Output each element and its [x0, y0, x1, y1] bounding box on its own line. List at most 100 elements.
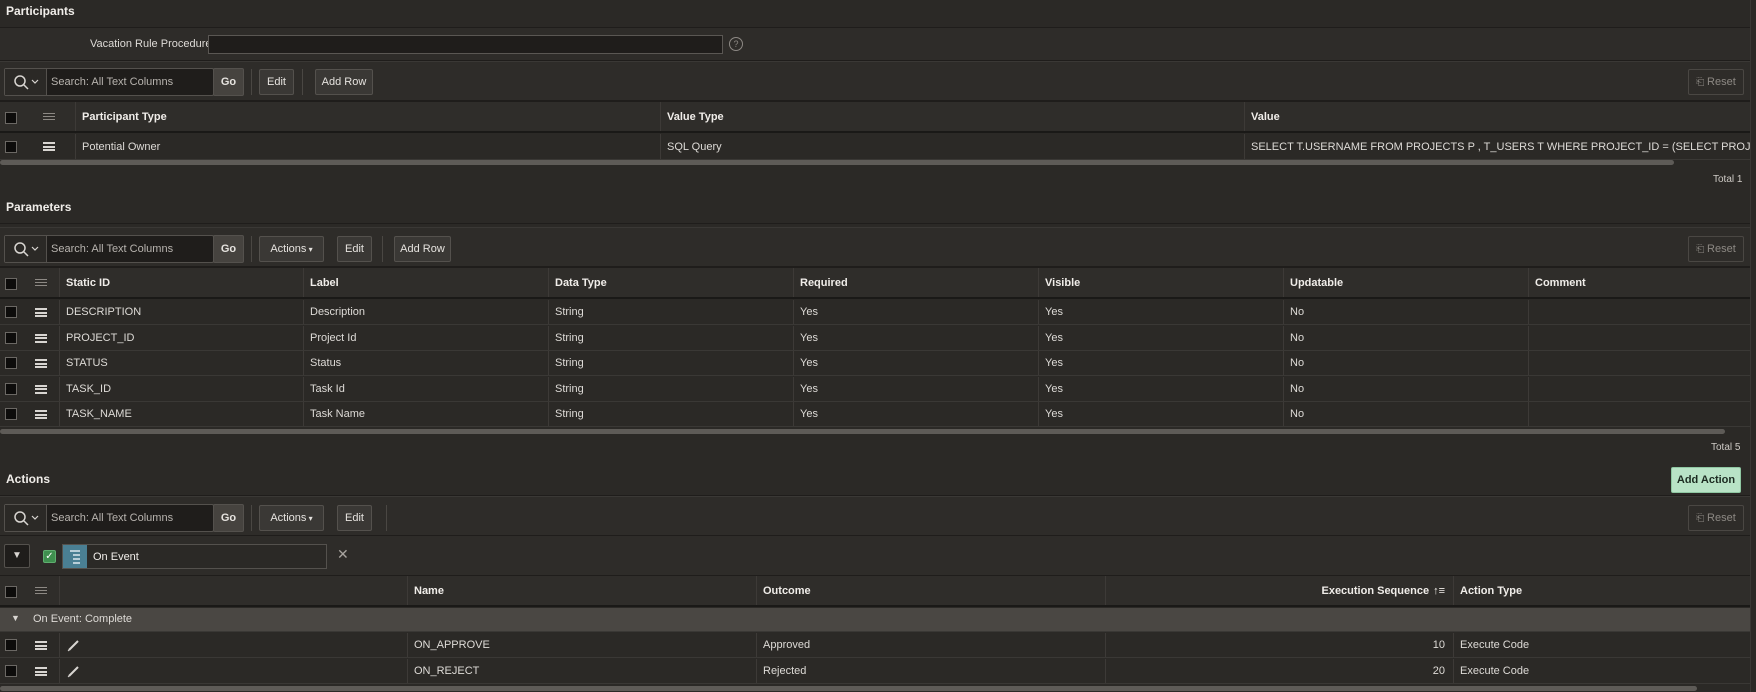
label-cell: Task Name: [303, 402, 548, 426]
col-participant-type[interactable]: Participant Type: [75, 102, 660, 131]
pencil-icon[interactable]: [66, 637, 82, 653]
control-break-group-row[interactable]: ▼ On Event: Complete: [0, 608, 1750, 632]
actions-search-input[interactable]: [51, 509, 211, 527]
add-action-button[interactable]: Add Action: [1671, 467, 1741, 493]
filter-label: On Event: [93, 551, 139, 563]
col-action-type[interactable]: Action Type: [1453, 576, 1750, 605]
toolbar-separator: [251, 69, 252, 95]
row-checkbox[interactable]: [5, 331, 17, 344]
row-checkbox[interactable]: [5, 665, 17, 677]
col-comment[interactable]: Comment: [1528, 268, 1750, 297]
toolbar-separator: [251, 505, 252, 531]
search-column-selector[interactable]: [5, 236, 47, 262]
actions-edit-button[interactable]: Edit: [337, 505, 372, 531]
select-all-checkbox[interactable]: [5, 112, 17, 124]
close-icon[interactable]: ✕: [337, 546, 349, 563]
actions-actions-button[interactable]: Actions ▾: [259, 505, 324, 531]
search-column-selector[interactable]: [5, 505, 47, 531]
row-checkbox[interactable]: [5, 382, 17, 395]
select-all-checkbox[interactable]: [5, 278, 17, 290]
control-break-filter[interactable]: On Event: [62, 544, 327, 569]
col-execution-sequence[interactable]: Execution Sequence ↑≡: [1105, 576, 1453, 605]
col-label[interactable]: Label: [303, 268, 548, 297]
collapse-control-break-toggle[interactable]: ▼: [4, 544, 30, 568]
participants-reset-button[interactable]: ⎗ Reset: [1688, 69, 1744, 95]
col-value[interactable]: Value: [1244, 102, 1750, 131]
row-actions-icon[interactable]: [35, 641, 47, 650]
col-static-id[interactable]: Static ID: [59, 268, 303, 297]
col-required[interactable]: Required: [793, 268, 1038, 297]
static-id-cell: TASK_NAME: [59, 402, 303, 426]
static-id-cell: PROJECT_ID: [59, 325, 303, 350]
table-row[interactable]: TASK_ID Task Id String Yes Yes No: [0, 376, 1750, 402]
select-all-checkbox[interactable]: [5, 586, 17, 598]
visible-cell: Yes: [1038, 402, 1283, 426]
row-checkbox[interactable]: [5, 357, 17, 369]
row-actions-icon[interactable]: [35, 384, 47, 394]
execution-sequence-label: Execution Sequence: [1321, 584, 1430, 597]
required-cell: Yes: [793, 351, 1038, 375]
comment-cell: [1528, 325, 1750, 350]
actions-horizontal-scrollbar[interactable]: [0, 686, 1697, 691]
page-vertical-scrollbar[interactable]: [1750, 0, 1756, 692]
parameters-search-input[interactable]: [51, 240, 211, 258]
row-checkbox[interactable]: [5, 141, 17, 153]
row-actions-icon[interactable]: [35, 359, 47, 368]
filter-enabled-checkbox[interactable]: ✓: [43, 550, 56, 563]
chevron-down-icon: ▾: [306, 514, 313, 523]
table-row[interactable]: DESCRIPTION Description String Yes Yes No: [0, 300, 1750, 325]
table-row[interactable]: ON_REJECT Rejected 20 Execute Code: [0, 659, 1750, 684]
row-checkbox[interactable]: [5, 639, 17, 651]
table-row[interactable]: ON_APPROVE Approved 10 Execute Code: [0, 633, 1750, 658]
actions-go-button[interactable]: Go: [213, 504, 244, 532]
col-data-type[interactable]: Data Type: [548, 268, 793, 297]
help-icon[interactable]: ?: [729, 37, 743, 51]
toolbar-separator: [382, 236, 383, 262]
control-break-icon: [63, 545, 87, 568]
search-column-selector[interactable]: [5, 69, 47, 95]
comment-cell: [1528, 351, 1750, 375]
search-icon: [14, 75, 39, 90]
data-type-cell: String: [548, 376, 793, 401]
row-checkbox[interactable]: [5, 306, 17, 318]
required-cell: Yes: [793, 300, 1038, 324]
parameters-edit-button[interactable]: Edit: [337, 236, 372, 262]
participants-go-button[interactable]: Go: [213, 68, 244, 96]
label-cell: Status: [303, 351, 548, 375]
col-updatable[interactable]: Updatable: [1283, 268, 1528, 297]
participants-edit-button[interactable]: Edit: [259, 69, 294, 95]
data-type-cell: String: [548, 300, 793, 324]
parameters-reset-button[interactable]: ⎗ Reset: [1688, 236, 1744, 262]
static-id-cell: DESCRIPTION: [59, 300, 303, 324]
comment-cell: [1528, 300, 1750, 324]
actions-filter-bar: ▼ ✓ On Event ✕: [0, 536, 1750, 576]
col-value-type[interactable]: Value Type: [660, 102, 1244, 131]
row-actions-icon[interactable]: [35, 667, 47, 676]
parameters-add-row-button[interactable]: Add Row: [394, 236, 451, 262]
table-row[interactable]: TASK_NAME Task Name String Yes Yes No: [0, 402, 1750, 427]
participants-add-row-button[interactable]: Add Row: [315, 69, 373, 95]
row-actions-icon[interactable]: [43, 142, 55, 151]
vacation-rule-input[interactable]: [208, 35, 723, 54]
comment-cell: [1528, 402, 1750, 426]
col-visible[interactable]: Visible: [1038, 268, 1283, 297]
row-actions-icon[interactable]: [35, 333, 47, 343]
reset-icon: ⎗: [1696, 244, 1708, 255]
row-actions-icon[interactable]: [35, 308, 47, 317]
actions-reset-button[interactable]: ⎗ Reset: [1688, 505, 1744, 531]
parameters-toolbar: Go Actions ▾ Edit Add Row ⎗ Reset: [0, 227, 1750, 267]
col-name[interactable]: Name: [407, 576, 756, 605]
row-checkbox[interactable]: [5, 408, 17, 420]
participants-horizontal-scrollbar[interactable]: [0, 160, 1674, 165]
table-row[interactable]: Potential Owner SQL Query SELECT T.USERN…: [0, 134, 1750, 160]
parameters-go-button[interactable]: Go: [213, 235, 244, 263]
col-outcome[interactable]: Outcome: [756, 576, 1105, 605]
parameters-actions-button[interactable]: Actions ▾: [259, 236, 324, 262]
pencil-icon[interactable]: [66, 663, 82, 679]
participants-search-input[interactable]: [51, 73, 211, 91]
row-actions-icon[interactable]: [35, 410, 47, 419]
table-row[interactable]: PROJECT_ID Project Id String Yes Yes No: [0, 325, 1750, 351]
parameters-horizontal-scrollbar[interactable]: [0, 429, 1725, 434]
table-row[interactable]: STATUS Status String Yes Yes No: [0, 351, 1750, 376]
participants-total: Total 1: [1713, 174, 1743, 185]
